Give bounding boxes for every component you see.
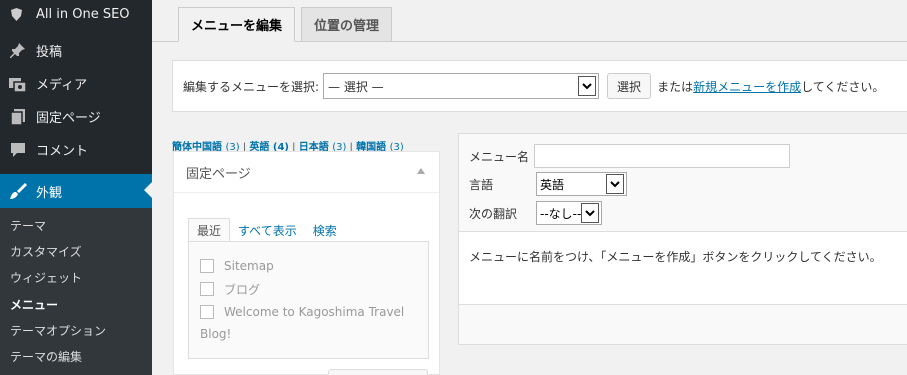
list-item[interactable]: Sitemap [200, 258, 428, 274]
language-row: 言語 英語 [469, 172, 627, 196]
shield-icon [10, 7, 22, 21]
sidebar-item-posts[interactable]: 投稿 [0, 34, 152, 67]
menu-editor-panel: メニュー名 言語 英語 次の翻訳 --なし-- メニューに名前をつけ、「メニュー… [458, 133, 907, 345]
page-checkbox[interactable] [200, 259, 214, 273]
select-menu-label: 編集するメニューを選択: [183, 79, 320, 94]
sidebar-item-label: コメント [36, 144, 89, 159]
submenu-item-menus[interactable]: メニュー [0, 291, 152, 317]
menu-instructions: メニューに名前をつけ、「メニューを作成」ボタンをクリックしてください。 [459, 231, 907, 305]
sidebar-item-label: 固定ページ [36, 111, 101, 126]
translation-label: 次の翻訳 [469, 206, 518, 221]
menu-name-row: メニュー名 [469, 144, 790, 168]
tab-most-recent[interactable]: 最近 [188, 218, 231, 242]
sidebar-item-label: All in One SEO [36, 6, 130, 22]
chevron-down-icon[interactable] [578, 76, 597, 96]
menu-select-value: — 選択 — [328, 79, 384, 94]
page-label: Sitemap [224, 259, 274, 273]
collapse-arrow-icon[interactable] [417, 168, 425, 174]
metabox-title: 固定ページ [186, 166, 251, 182]
language-label: 言語 [469, 177, 494, 192]
translation-value: --なし-- [540, 206, 582, 221]
page-label: Welcome to Kagoshima Travel [224, 305, 405, 319]
submenu-item-themes[interactable]: テーマ [0, 212, 152, 238]
page-label: ブログ [224, 282, 261, 297]
sidebar-item-pages[interactable]: 固定ページ [0, 100, 152, 133]
create-new-menu-link[interactable]: 新規メニューを作成 [693, 78, 801, 95]
media-icon [8, 75, 28, 93]
submenu-item-theme-editor[interactable]: テーマの編集 [0, 343, 152, 369]
pages-icon [8, 108, 28, 126]
language-value: 英語 [540, 177, 565, 192]
menu-select-bar: 編集するメニューを選択: — 選択 — 選択 または 新規メニューを作成 してく… [172, 60, 907, 112]
sidebar-item-label: 外観 [36, 185, 63, 201]
sidebar-item-appearance[interactable]: 外観 [0, 174, 152, 208]
pages-metabox-header[interactable]: 固定ページ [174, 152, 439, 193]
sidebar-item-comments[interactable]: コメント [0, 133, 152, 166]
page-label-continued: Blog! [200, 327, 232, 341]
translation-row: 次の翻訳 --なし-- [469, 201, 602, 225]
menu-name-input[interactable] [534, 144, 790, 168]
sidebar-item-all-in-one-seo[interactable]: All in One SEO [0, 0, 152, 28]
appearance-icon [8, 182, 28, 200]
pages-checklist: Sitemap ブログ Welcome to Kagoshima Travel … [188, 241, 429, 359]
page-checkbox[interactable] [200, 282, 214, 296]
pages-metabox: 固定ページ 最近 すべて表示 検索 Sitemap ブログ Welcome to… [173, 151, 440, 375]
instruction-text: メニューに名前をつけ、「メニューを作成」ボタンをクリックしてください。 [469, 250, 882, 264]
sidebar-item-label: 投稿 [36, 45, 63, 60]
sidebar-item-label: メディア [36, 78, 88, 93]
submenu-item-widgets[interactable]: ウィジェット [0, 265, 152, 291]
nav-tabs: メニューを編集 位置の管理 [178, 7, 398, 42]
list-item[interactable]: Welcome to Kagoshima Travel [200, 304, 428, 320]
pin-icon [8, 42, 28, 60]
metabox-tabs: 最近 すべて表示 検索 [188, 218, 345, 242]
appearance-submenu: テーマ カスタマイズ ウィジェット メニュー テーマオプション テーマの編集 [0, 208, 152, 375]
tab-edit-menus[interactable]: メニューを編集 [178, 7, 296, 42]
menu-select-dropdown[interactable]: — 選択 — [323, 73, 600, 99]
submenu-item-theme-options[interactable]: テーマオプション [0, 317, 152, 343]
tab-search[interactable]: 検索 [305, 218, 345, 242]
main-content: メニューを編集 位置の管理 編集するメニューを選択: — 選択 — 選択 または… [152, 0, 907, 375]
or-text: または [657, 79, 694, 94]
comment-icon [8, 141, 28, 159]
submenu-item-customize[interactable]: カスタマイズ [0, 238, 152, 264]
admin-sidebar: All in One SEO 投稿 メディア 固定ページ コメント 外観 テーマ… [0, 0, 152, 375]
add-to-menu-button[interactable] [328, 369, 428, 375]
menu-name-label: メニュー名 [469, 149, 530, 164]
translation-select[interactable]: --なし-- [536, 201, 602, 225]
menu-settings-form: メニュー名 言語 英語 次の翻訳 --なし-- [459, 134, 907, 231]
chevron-down-icon[interactable] [606, 174, 624, 194]
select-button[interactable]: 選択 [607, 73, 652, 99]
language-select[interactable]: 英語 [536, 172, 627, 196]
tab-manage-locations[interactable]: 位置の管理 [301, 7, 393, 41]
chevron-down-icon[interactable] [581, 203, 599, 223]
tab-view-all[interactable]: すべて表示 [230, 218, 305, 242]
sidebar-item-media[interactable]: メディア [0, 67, 152, 100]
suffix-text: してください。 [801, 79, 885, 94]
page-checkbox[interactable] [200, 305, 214, 319]
list-item[interactable]: ブログ [200, 281, 428, 297]
